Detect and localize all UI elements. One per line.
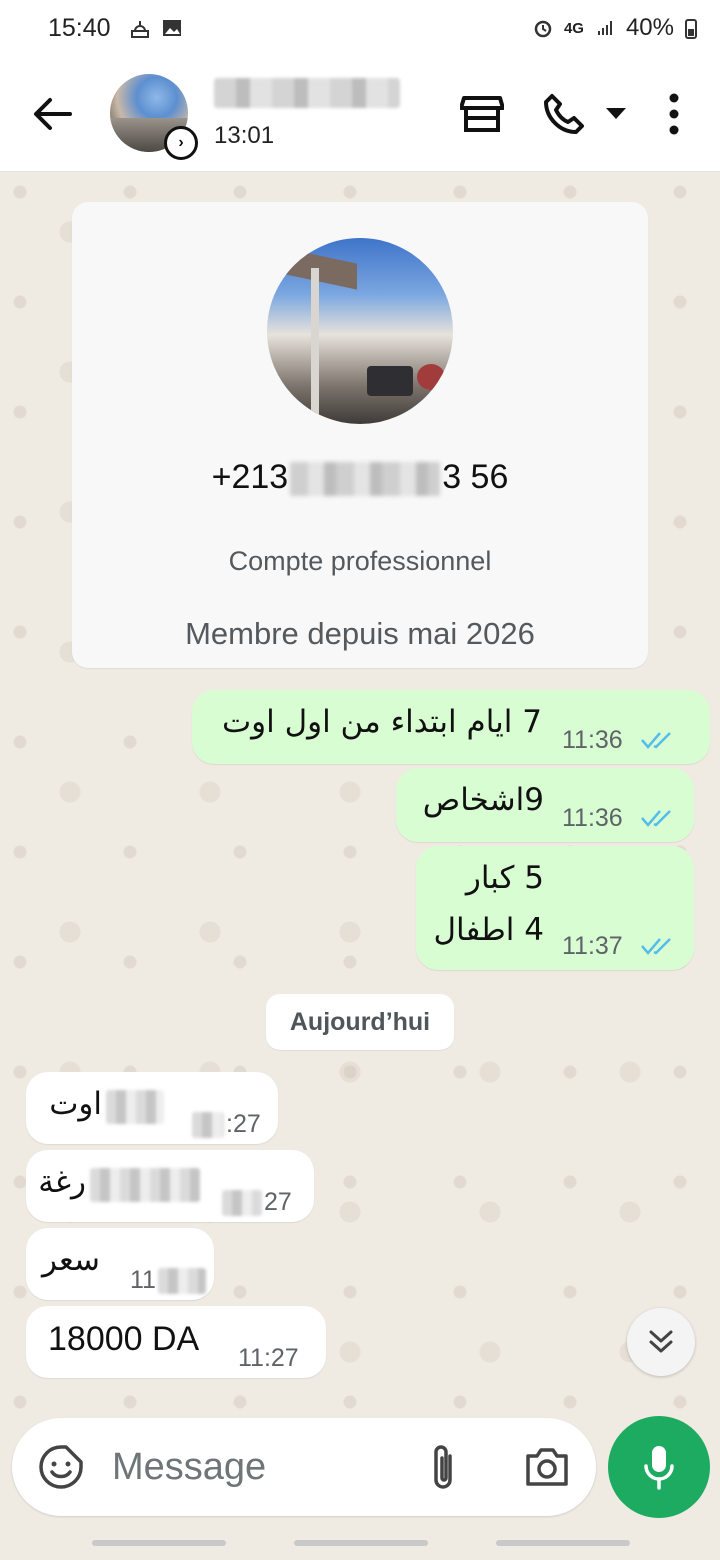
message-time: 11:27 (238, 1344, 299, 1372)
status-ring-icon[interactable]: › (164, 126, 198, 160)
battery-label: 40% (625, 14, 674, 41)
phone-redacted (290, 462, 441, 497)
contact-info-card[interactable]: +213 3 56 Compte professionnel Membre dep… (72, 202, 648, 668)
account-type: Compte professionnel (228, 546, 492, 576)
redacted-time (158, 1268, 206, 1294)
voice-record-button[interactable] (608, 1416, 710, 1518)
chat-header: › 13:01 (0, 56, 720, 172)
message-text-line2: 4 اطفال (433, 912, 544, 948)
redacted-text (90, 1168, 200, 1202)
redacted-time (192, 1112, 224, 1138)
message-time: 11 (130, 1266, 156, 1294)
message-time: 27 (264, 1188, 292, 1216)
message-bubble-out[interactable]: 7 ايام ابتداء من اول اوت 11:36 (192, 690, 710, 764)
mosque-icon (130, 21, 149, 38)
back-arrow-icon[interactable] (30, 92, 74, 136)
message-bubble-in[interactable]: رغة 27 (26, 1150, 314, 1222)
date-divider: Aujourd’hui (266, 994, 454, 1050)
more-vert-icon[interactable] (664, 92, 684, 136)
message-text: سعر (41, 1242, 100, 1278)
mic-icon (644, 1446, 674, 1490)
nav-home[interactable] (294, 1540, 428, 1546)
message-text: رغة (38, 1164, 86, 1200)
message-bubble-in[interactable]: سعر 11 (26, 1228, 214, 1300)
message-bubble-out[interactable]: 5 كبار 4 اطفال 11:37 (416, 846, 694, 970)
battery-charging-icon (685, 19, 697, 39)
message-bubble-in[interactable]: اوت :27 (26, 1072, 278, 1144)
contact-name-redacted[interactable] (214, 78, 400, 108)
scroll-to-bottom-button[interactable] (627, 1308, 695, 1376)
message-text: 7 ايام ابتداء من اول اوت (221, 704, 542, 740)
store-icon[interactable] (460, 94, 504, 134)
message-time: 11:36 (562, 804, 623, 832)
alarm-icon (534, 20, 552, 38)
message-time: :27 (226, 1110, 261, 1138)
nav-back[interactable] (496, 1540, 630, 1546)
message-text-line1: 5 كبار (465, 860, 544, 896)
status-bar: 15:40 4G 40% (0, 0, 720, 56)
chevron-down-icon[interactable] (606, 106, 626, 120)
read-receipt-icon (641, 810, 671, 827)
message-text: اوت (49, 1086, 102, 1122)
camera-icon[interactable] (524, 1446, 570, 1488)
attach-icon[interactable] (426, 1444, 460, 1492)
signal-icon (597, 21, 612, 35)
chat-area[interactable]: +213 3 56 Compte professionnel Membre dep… (0, 172, 720, 1418)
message-composer (12, 1418, 596, 1516)
message-bubble-in[interactable]: 18000 DA 11:27 (26, 1306, 326, 1378)
contact-photo[interactable] (267, 238, 453, 424)
sticker-icon[interactable] (38, 1444, 84, 1490)
read-receipt-icon (641, 732, 671, 749)
message-time: 11:37 (562, 932, 623, 960)
message-input[interactable] (112, 1442, 392, 1492)
phone-suffix: 3 56 (442, 458, 509, 496)
message-bubble-out[interactable]: 9اشخاص 11:36 (396, 768, 694, 842)
system-nav-bar (0, 1526, 720, 1560)
contact-phone: +213 3 56 (72, 458, 648, 497)
network-label: 4G (563, 19, 584, 37)
message-text: 18000 DA (48, 1320, 200, 1358)
redacted-time (222, 1190, 262, 1216)
double-chevron-down-icon (649, 1330, 673, 1353)
nav-recents[interactable] (92, 1540, 226, 1546)
redacted-text (106, 1090, 164, 1124)
status-time: 15:40 (48, 13, 111, 42)
phone-icon[interactable] (542, 92, 586, 136)
message-text: 9اشخاص (422, 782, 544, 818)
phone-prefix: +213 (211, 458, 289, 496)
gallery-icon (162, 20, 181, 36)
member-since: Membre depuis mai 2026 (185, 616, 535, 651)
read-receipt-icon (641, 938, 671, 955)
last-seen: 13:01 (214, 122, 275, 149)
message-time: 11:36 (562, 726, 623, 754)
